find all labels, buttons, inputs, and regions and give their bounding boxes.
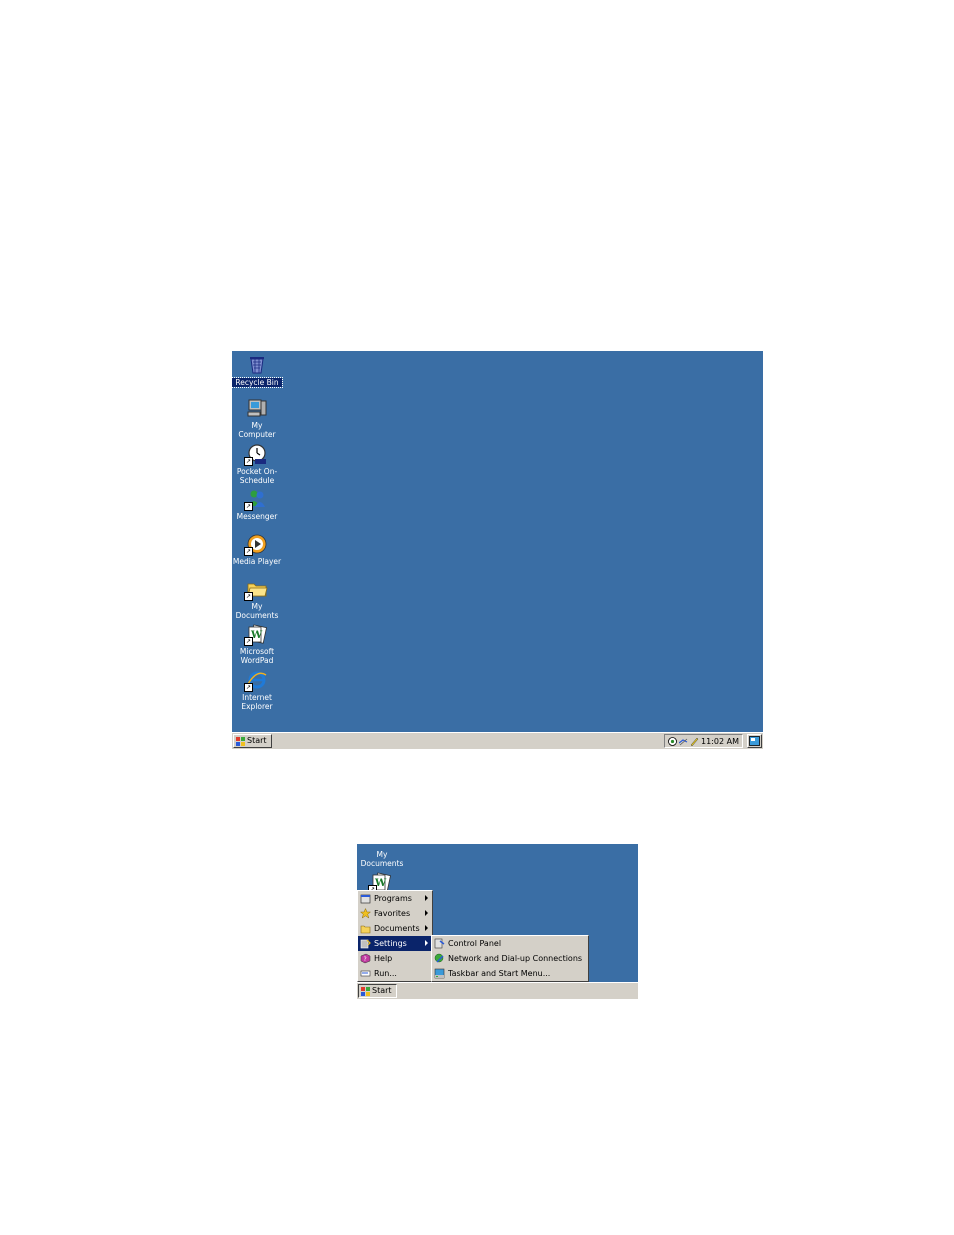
menu-item-taskbar-start-menu[interactable]: Taskbar and Start Menu... [432, 966, 588, 981]
documents-icon [360, 925, 371, 934]
programs-icon [360, 894, 371, 904]
submenu-arrow-icon [425, 940, 428, 946]
menu-item-run[interactable]: Run... [358, 966, 432, 981]
desktop-icon-wordpad[interactable]: W ↗ Microsoft WordPad [232, 623, 282, 665]
start-button[interactable]: Start [358, 984, 397, 998]
menu-item-help[interactable]: ? Help [358, 951, 432, 966]
desktop-screenshot-full: Recycle Bin My Computer ↗ Pocket On-Sche… [232, 351, 763, 749]
desktop-icon-messenger[interactable]: ↗ Messenger [232, 488, 282, 521]
start-button[interactable]: Start [233, 734, 272, 748]
network-icon[interactable] [668, 736, 677, 746]
favorites-icon [360, 908, 371, 919]
desktop-icon-label: Media Player [232, 557, 282, 566]
taskbar-settings-icon [434, 968, 445, 979]
desktop-icon-label: Recycle Bin [232, 377, 283, 388]
recycle-bin-icon [246, 354, 268, 376]
run-icon [360, 970, 371, 977]
menu-item-label: Taskbar and Start Menu... [448, 969, 551, 978]
submenu-arrow-icon [425, 895, 428, 901]
desktop-icon-label: Messenger [236, 512, 278, 521]
desktop-icon-my-documents[interactable]: ↗ My Documents [232, 578, 282, 620]
desktop-icon-pocket-on-schedule[interactable]: ↗ Pocket On-Schedule [232, 443, 282, 485]
menu-item-control-panel[interactable]: Control Panel [432, 936, 588, 951]
settings-icon [360, 939, 371, 949]
menu-item-label: Help [374, 954, 393, 963]
shortcut-arrow-icon: ↗ [244, 547, 253, 556]
windows-logo-icon [361, 986, 370, 996]
internet-explorer-icon: ↗ [244, 669, 268, 692]
svg-text:?: ? [364, 956, 367, 963]
menu-item-label: Favorites [374, 909, 411, 918]
submenu-arrow-icon [425, 925, 428, 931]
desktop-icon-label: My Computer [238, 421, 276, 439]
show-desktop-button[interactable] [747, 734, 762, 748]
clock[interactable]: 11:02 AM [701, 737, 739, 746]
menu-item-label: Network and Dial-up Connections [448, 954, 583, 963]
menu-item-network-connections[interactable]: Network and Dial-up Connections [432, 951, 588, 966]
shortcut-arrow-icon: ↗ [244, 592, 253, 601]
menu-item-label: Programs [374, 894, 412, 903]
menu-item-favorites[interactable]: Favorites [358, 906, 432, 921]
windows-logo-icon [236, 736, 245, 746]
taskbar: Start [357, 982, 638, 999]
taskbar: Start 11:02 AM [232, 732, 763, 749]
menu-item-documents[interactable]: Documents [358, 921, 432, 936]
desktop-icon [749, 736, 760, 746]
start-label: Start [372, 986, 392, 995]
shortcut-arrow-icon: ↗ [244, 457, 253, 466]
desktop-icon-my-computer[interactable]: My Computer [232, 397, 282, 439]
desktop-icon-label: Pocket On-Schedule [236, 467, 278, 485]
start-label: Start [247, 736, 267, 745]
control-panel-icon [434, 938, 445, 949]
desktop-icon-label: Internet Explorer [241, 693, 273, 711]
menu-item-label: Settings [374, 939, 407, 948]
settings-submenu: Control Panel Network and Dial-up Connec… [431, 935, 589, 982]
desktop-icon-media-player[interactable]: ↗ Media Player [232, 533, 282, 566]
desktop-icon-label: My Documents [360, 850, 404, 868]
desktop-icon-label: Microsoft WordPad [239, 647, 275, 665]
pen-icon[interactable] [690, 737, 699, 746]
shortcut-arrow-icon: ↗ [244, 637, 253, 646]
help-icon: ? [360, 953, 371, 964]
desktop-icon-my-documents-partial[interactable]: My Documents [357, 850, 407, 868]
connection-icon[interactable] [678, 737, 688, 746]
network-connections-icon [434, 953, 444, 963]
shortcut-arrow-icon: ↗ [244, 683, 253, 692]
menu-item-label: Run... [374, 969, 397, 978]
shortcut-arrow-icon: ↗ [244, 502, 253, 511]
desktop-icon-internet-explorer[interactable]: ↗ Internet Explorer [232, 669, 282, 711]
system-tray: 11:02 AM [664, 734, 743, 748]
start-menu: Programs Favorites Documents Settings ? … [357, 890, 433, 982]
menu-item-programs[interactable]: Programs [358, 891, 432, 906]
folder-icon: ↗ [244, 578, 268, 601]
desktop-screenshot-start-menu: My Documents W ↗ Programs Favorites Docu… [357, 844, 638, 999]
desktop-icon-recycle-bin[interactable]: Recycle Bin [232, 354, 283, 388]
wordpad-icon: W ↗ [244, 623, 268, 646]
menu-item-settings[interactable]: Settings [358, 936, 432, 951]
menu-item-label: Control Panel [448, 939, 502, 948]
submenu-arrow-icon [425, 910, 428, 916]
clock-icon: ↗ [244, 443, 268, 466]
messenger-icon: ↗ [244, 488, 268, 511]
desktop-icon-label: My Documents [235, 602, 279, 620]
menu-item-label: Documents [374, 924, 420, 933]
my-computer-icon [246, 397, 268, 419]
media-player-icon: ↗ [244, 533, 268, 556]
